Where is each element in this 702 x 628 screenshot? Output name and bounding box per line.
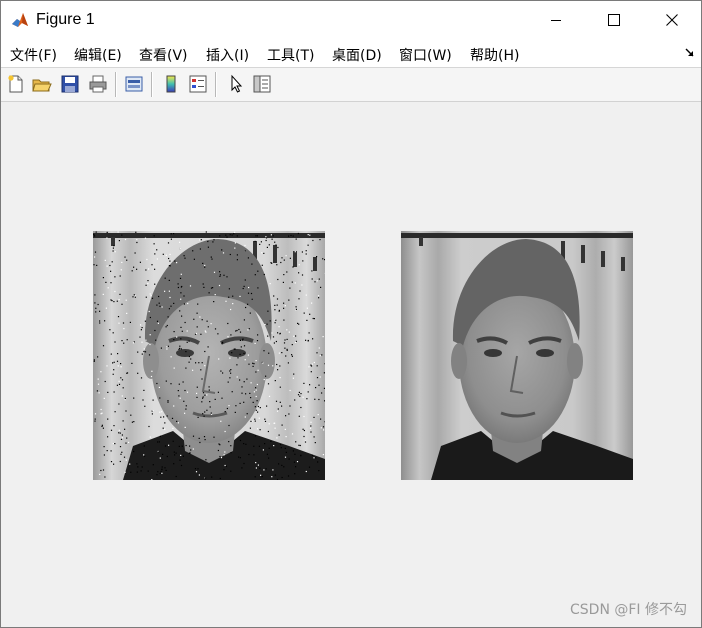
close-icon bbox=[666, 14, 678, 26]
figure-toolbar bbox=[1, 68, 701, 102]
menu-edit[interactable]: 编辑(E) bbox=[74, 45, 122, 65]
maximize-button[interactable] bbox=[585, 1, 643, 39]
window-title: Figure 1 bbox=[36, 11, 95, 28]
title-bar[interactable]: Figure 1 bbox=[1, 1, 701, 39]
link-plot-button[interactable] bbox=[123, 73, 145, 95]
maximize-icon bbox=[608, 14, 620, 26]
toolbar-separator bbox=[151, 72, 153, 97]
noisy-image[interactable] bbox=[93, 231, 325, 480]
menu-file[interactable]: 文件(F) bbox=[10, 45, 57, 65]
figure-window: Figure 1 文件(F) 编辑(E) 查看(V) 插入(I) 工具(T) 桌… bbox=[0, 0, 702, 628]
menu-help[interactable]: 帮助(H) bbox=[470, 45, 519, 65]
colorbar-icon bbox=[166, 75, 176, 93]
new-figure-button[interactable] bbox=[5, 73, 27, 95]
menu-view[interactable]: 查看(V) bbox=[139, 45, 188, 65]
print-button[interactable] bbox=[87, 73, 109, 95]
filtered-portrait bbox=[401, 231, 633, 480]
colorbar-button[interactable] bbox=[160, 73, 182, 95]
menu-tools[interactable]: 工具(T) bbox=[267, 45, 314, 65]
legend-button[interactable] bbox=[187, 73, 209, 95]
figure-canvas[interactable]: CSDN @FI 修不勾 bbox=[1, 102, 701, 627]
open-file-icon bbox=[32, 79, 52, 92]
menu-bar: 文件(F) 编辑(E) 查看(V) 插入(I) 工具(T) 桌面(D) 窗口(W… bbox=[1, 39, 701, 68]
noisy-portrait bbox=[93, 231, 325, 480]
menu-desktop[interactable]: 桌面(D) bbox=[332, 45, 382, 65]
close-button[interactable] bbox=[643, 1, 701, 39]
toolbar-separator bbox=[115, 72, 117, 97]
minimize-icon bbox=[551, 20, 561, 21]
menu-insert[interactable]: 插入(I) bbox=[206, 45, 249, 65]
property-inspector-icon bbox=[253, 75, 271, 93]
matlab-logo-icon bbox=[10, 10, 30, 30]
filtered-image[interactable] bbox=[401, 231, 633, 480]
watermark-text: CSDN @FI 修不勾 bbox=[570, 602, 687, 618]
print-icon bbox=[89, 75, 107, 93]
dock-figure-icon[interactable] bbox=[685, 48, 695, 58]
pointer-button[interactable] bbox=[225, 73, 247, 95]
link-plot-icon bbox=[125, 76, 143, 92]
minimize-button[interactable] bbox=[527, 1, 585, 39]
new-figure-icon bbox=[8, 75, 23, 93]
save-button[interactable] bbox=[59, 73, 81, 95]
menu-window[interactable]: 窗口(W) bbox=[399, 45, 452, 65]
toolbar-separator bbox=[215, 72, 217, 97]
pointer-icon bbox=[231, 74, 243, 93]
save-icon bbox=[61, 75, 79, 93]
legend-icon bbox=[189, 75, 207, 93]
property-inspector-button[interactable] bbox=[251, 73, 273, 95]
open-file-button[interactable] bbox=[31, 73, 53, 95]
